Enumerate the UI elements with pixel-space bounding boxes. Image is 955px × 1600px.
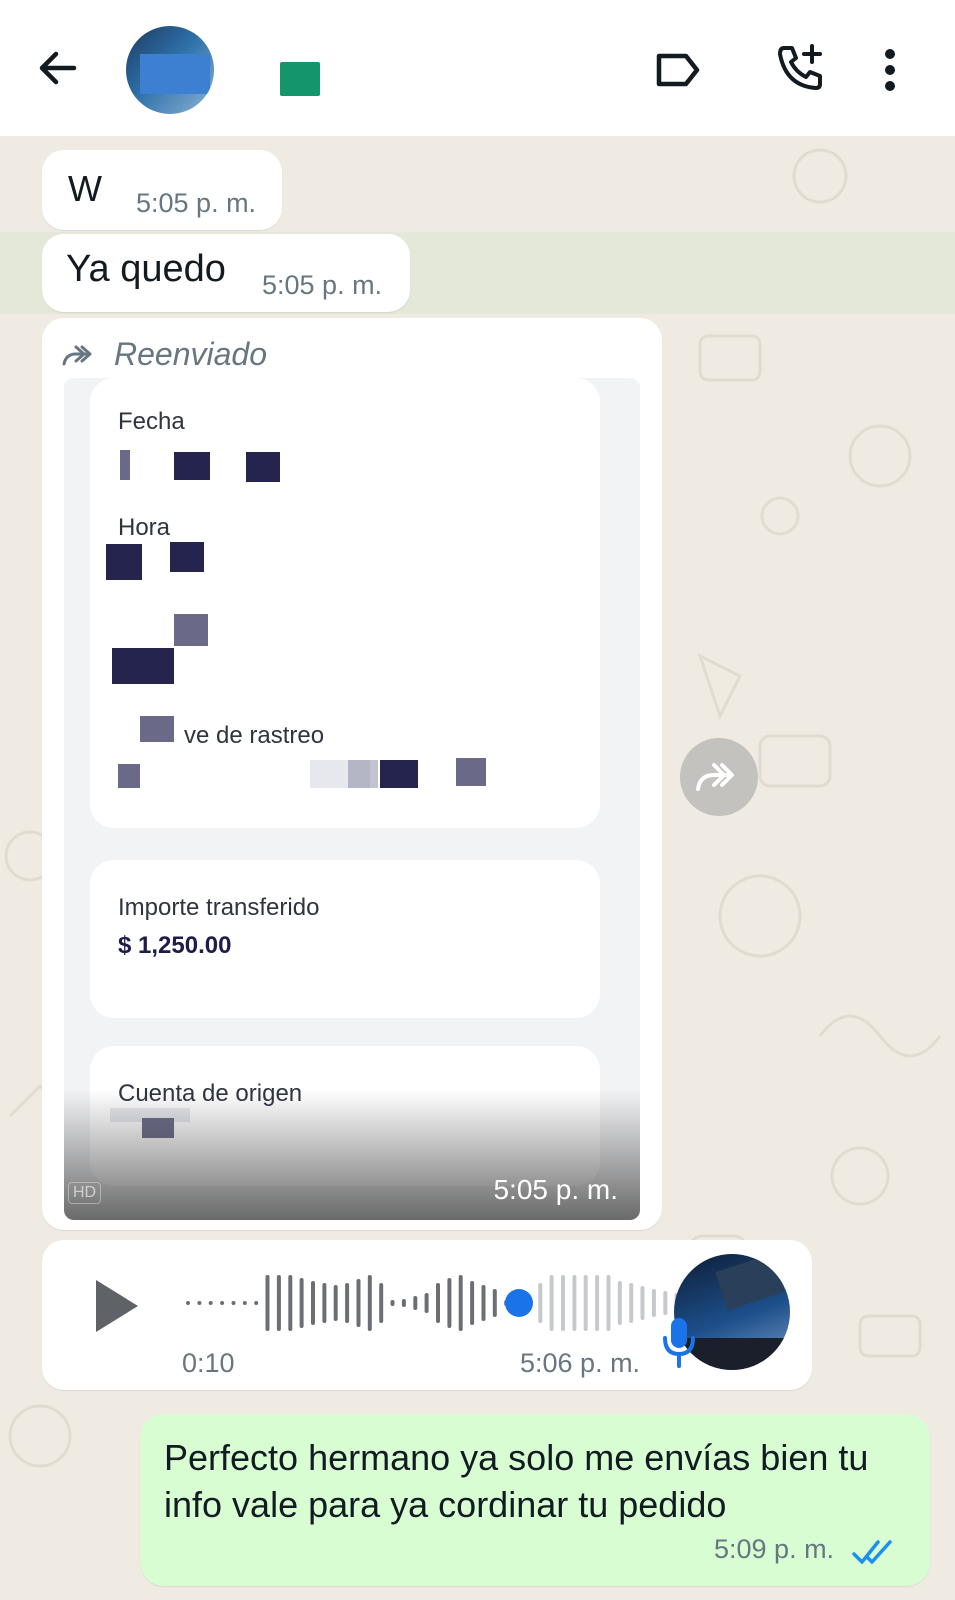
chat-header [0, 0, 955, 136]
waveform-bar [322, 1283, 327, 1323]
redaction [170, 542, 204, 572]
waveform-bar [583, 1275, 588, 1331]
voice-duration: 0:10 [182, 1348, 235, 1378]
voice-waveform[interactable] [184, 1270, 684, 1336]
receipt-card-details: Fecha Hora ve de rastreo [90, 378, 600, 828]
importe-value: $ 1,250.00 [118, 932, 232, 959]
waveform-bar [242, 1301, 247, 1305]
message-text: Perfecto hermano ya solo me envías bien … [164, 1437, 869, 1525]
waveform-bar [220, 1301, 225, 1305]
rastreo-label: ve de rastreo [184, 722, 325, 749]
waveform-bar [379, 1283, 384, 1323]
waveform-bar [549, 1275, 554, 1331]
mic-icon [662, 1316, 696, 1373]
waveform-bar [254, 1301, 259, 1305]
message-text: W [68, 168, 102, 209]
forwarded-indicator: Reenviado [62, 336, 267, 373]
forwarded-label: Reenviado [114, 336, 267, 372]
redaction [140, 716, 174, 742]
forward-icon [696, 763, 734, 791]
read-receipt-icon [852, 1540, 892, 1564]
message-time: 5:09 p. m. [714, 1534, 835, 1564]
forward-button[interactable] [680, 738, 758, 816]
waveform-bar [197, 1301, 202, 1305]
redaction [174, 614, 208, 646]
waveform-bar [299, 1278, 304, 1328]
redaction [348, 760, 378, 788]
waveform-bar [436, 1283, 440, 1323]
waveform-bar [458, 1275, 463, 1331]
waveform-bar [470, 1281, 475, 1325]
play-icon[interactable] [92, 1278, 142, 1339]
waveform-bar [617, 1281, 622, 1325]
hd-badge: HD [68, 1182, 102, 1204]
redaction [112, 648, 174, 684]
hora-label: Hora [118, 514, 171, 541]
contact-avatar[interactable] [126, 26, 214, 114]
waveform-bar [595, 1275, 600, 1331]
redaction [174, 452, 210, 480]
waveform-bar [345, 1283, 350, 1323]
redaction [120, 450, 130, 480]
receipt-image[interactable]: Fecha Hora ve de rastreo Importe transfe… [64, 378, 640, 1220]
waveform-bar [492, 1289, 497, 1317]
message-time: 5:05 p. m. [136, 188, 257, 218]
redaction [246, 452, 280, 482]
redaction [106, 544, 142, 580]
label-icon[interactable] [650, 42, 706, 98]
redaction [118, 764, 140, 788]
importe-label: Importe transferido [118, 894, 320, 921]
waveform-bar [311, 1281, 315, 1325]
contact-name-redacted[interactable] [280, 62, 320, 96]
forwarded-icon [62, 345, 92, 365]
waveform-bar [561, 1275, 565, 1331]
incoming-message[interactable]: Ya quedo 5:05 p. m. [42, 234, 410, 312]
waveform-bar [538, 1283, 543, 1323]
waveform-bar [333, 1285, 338, 1321]
waveform-bar [413, 1296, 418, 1310]
incoming-message[interactable]: W 5:05 p. m. [42, 150, 282, 230]
waveform-bar [629, 1283, 634, 1323]
fecha-label: Fecha [118, 408, 185, 435]
voice-message[interactable]: 0:10 5:06 p. m. [42, 1240, 812, 1390]
waveform-bar [424, 1293, 429, 1313]
message-time: 5:06 p. m. [520, 1348, 641, 1378]
waveform-bar [276, 1275, 281, 1331]
add-call-icon[interactable] [770, 38, 830, 98]
message-text: Ya quedo [66, 248, 226, 290]
waveform-bar [572, 1275, 577, 1331]
message-time: 5:05 p. m. [493, 1174, 618, 1205]
receipt-card-amount: Importe transferido $ 1,250.00 [90, 860, 600, 1018]
redaction [456, 758, 486, 786]
waveform-bar [356, 1279, 361, 1327]
waveform-bar [481, 1285, 486, 1321]
message-time: 5:05 p. m. [262, 270, 383, 300]
forwarded-image-message[interactable]: Reenviado Fecha Hora ve de rastreo Impor… [42, 318, 662, 1230]
waveform-bar [265, 1275, 270, 1331]
waveform-bar [367, 1275, 372, 1331]
back-arrow-icon[interactable] [30, 40, 86, 96]
outgoing-message[interactable]: Perfecto hermano ya solo me envías bien … [140, 1414, 930, 1586]
waveform-bar [231, 1301, 236, 1305]
waveform-bar [651, 1289, 656, 1317]
more-vert-icon[interactable] [870, 40, 910, 100]
waveform-bar [401, 1299, 406, 1307]
waveform-bar [606, 1275, 611, 1331]
waveform-bar [640, 1286, 645, 1320]
waveform-bar [663, 1291, 668, 1315]
waveform-bar [186, 1301, 190, 1305]
waveform-bar [447, 1278, 452, 1328]
waveform-bar [390, 1300, 395, 1306]
redaction [380, 760, 418, 788]
waveform-bar [288, 1275, 293, 1331]
playback-position-handle[interactable] [505, 1289, 533, 1317]
waveform-bar [208, 1301, 213, 1305]
